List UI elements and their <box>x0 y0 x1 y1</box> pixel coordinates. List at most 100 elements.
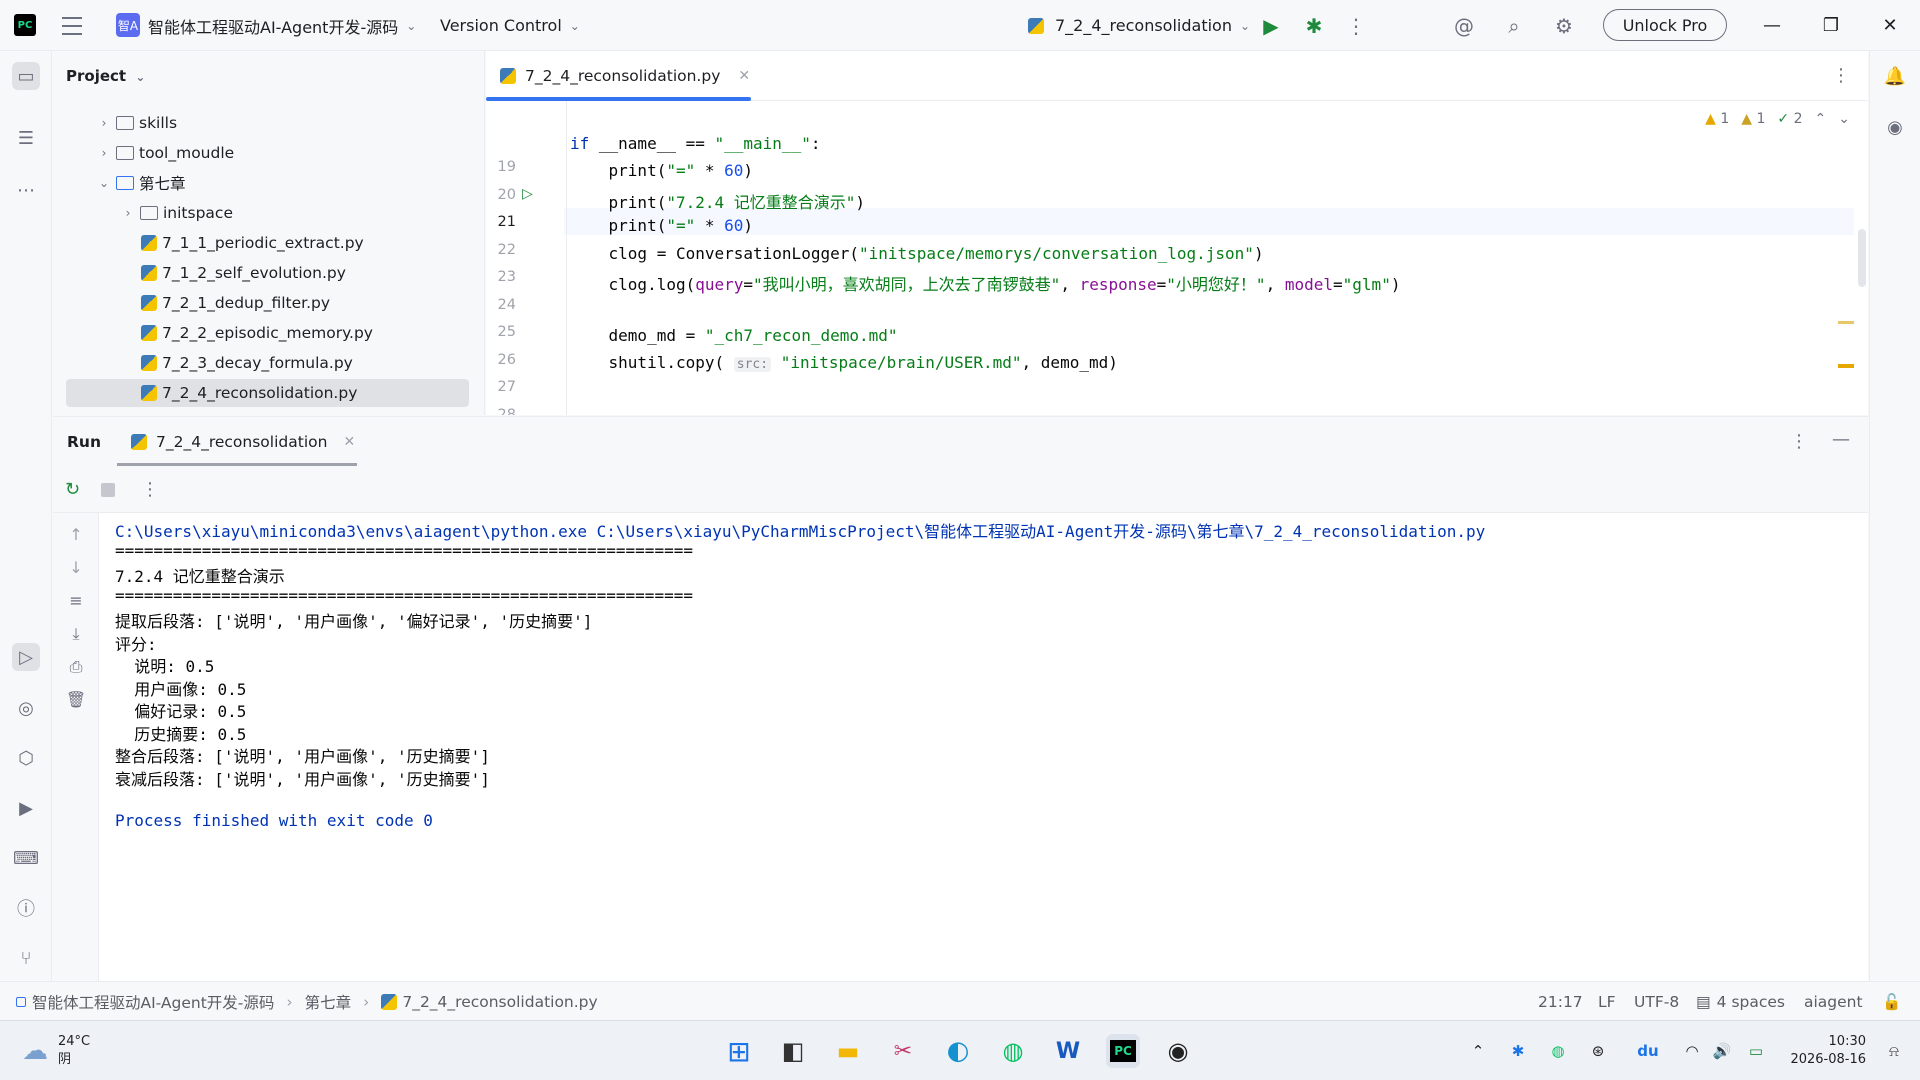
pycharm-logo-icon[interactable]: PC <box>14 14 36 36</box>
snipping-tool-icon[interactable]: ✂ <box>886 1034 920 1068</box>
wechat-tray-icon[interactable]: ◍ <box>1544 1021 1572 1080</box>
run-configuration-selector[interactable]: 7_2_4_reconsolidation ⌄ <box>1028 0 1250 51</box>
more-vertical-icon[interactable]: ⋮ <box>1342 0 1370 51</box>
project-badge[interactable]: 智A <box>116 13 140 37</box>
tree-item-folder[interactable]: › initspace <box>66 199 469 227</box>
notifications-bell-icon[interactable]: 🔔 <box>1881 62 1909 90</box>
print-icon[interactable]: ⎙ <box>65 657 87 677</box>
code-line-23[interactable]: print("=" * 60) <box>570 216 754 235</box>
lock-icon[interactable]: 🔓 <box>1882 982 1901 1021</box>
code-line-25[interactable]: clog.log(query="我叫小明，喜欢胡同，上次去了南锣鼓巷", res… <box>570 271 1401 295</box>
code-line-27[interactable]: demo_md = "_ch7_recon_demo.md" <box>570 326 898 345</box>
wechat-icon[interactable]: ◍ <box>996 1034 1030 1068</box>
main-menu-icon[interactable] <box>60 0 84 51</box>
windows-start-icon[interactable]: ⊞ <box>722 1034 756 1068</box>
ai-assistant-icon[interactable]: @ <box>1450 0 1478 51</box>
restore-window-icon[interactable]: ❐ <box>1811 0 1851 51</box>
code-line-21[interactable]: print("=" * 60) <box>570 161 754 180</box>
volume-icon[interactable]: 🔊 <box>1710 1021 1734 1080</box>
close-tab-icon[interactable]: ✕ <box>343 434 355 450</box>
run-gutter-icon[interactable]: ▷ <box>522 186 533 202</box>
bluetooth-icon[interactable]: ✱ <box>1504 1021 1532 1080</box>
ai-chat-icon[interactable]: ◉ <box>1881 113 1909 141</box>
settings-gear-icon[interactable]: ⚙ <box>1550 0 1578 51</box>
run-tab-active[interactable]: 7_2_4_reconsolidation ✕ <box>131 417 355 467</box>
project-panel-title[interactable]: Project ⌄ <box>66 67 145 85</box>
task-view-icon[interactable]: ◧ <box>776 1034 810 1068</box>
arrow-up-icon[interactable]: ↑ <box>65 525 87 544</box>
tree-item-folder[interactable]: › skills <box>66 109 469 137</box>
tree-item-file[interactable]: 7_2_3_decay_formula.py <box>66 349 469 377</box>
python-console-icon[interactable]: ◎ <box>12 694 40 722</box>
breadcrumb-folder[interactable]: 第七章 <box>305 991 352 1013</box>
tree-item-folder[interactable]: › tool_moudle <box>66 139 469 167</box>
git-branch-icon[interactable]: ⑂ <box>12 944 40 972</box>
input-method-icon[interactable]: ⊛ <box>1584 1021 1612 1080</box>
soft-wrap-icon[interactable]: ≡ <box>65 591 87 610</box>
more-tools-icon[interactable]: ⋯ <box>12 176 40 204</box>
python-interpreter[interactable]: aiagent <box>1804 982 1863 1021</box>
rerun-icon[interactable]: ↻ <box>65 479 80 500</box>
wifi-icon[interactable]: ◠ <box>1680 1021 1704 1080</box>
minimize-window-icon[interactable]: — <box>1752 0 1792 51</box>
tree-item-folder[interactable]: ⌄ 第七章 <box>66 169 469 197</box>
project-folder-icon[interactable]: ▭ <box>12 62 40 90</box>
line-separator[interactable]: LF <box>1598 982 1616 1021</box>
error-stripe-marker[interactable] <box>1838 364 1854 368</box>
clock[interactable]: 10:30 2026-08-16 <box>1786 1021 1866 1080</box>
tree-item-file[interactable]: 7_1_2_self_evolution.py <box>66 259 469 287</box>
python-packages-icon[interactable]: ⬡ <box>12 744 40 772</box>
chevron-up-icon[interactable]: ⌃ <box>1468 1021 1488 1080</box>
inspection-widget[interactable]: ▲ 1 ▲ 1 ✓ 2 ⌃ ⌄ <box>1705 111 1850 127</box>
python-file-icon <box>141 235 157 251</box>
tree-item-file[interactable]: 7_1_1_periodic_extract.py <box>66 229 469 257</box>
code-line-22[interactable]: print("7.2.4 记忆重整合演示") <box>570 189 866 213</box>
code-line-20[interactable]: if __name__ == "__main__": <box>570 134 820 153</box>
caret-position[interactable]: 21:17 <box>1538 982 1583 1021</box>
edge-browser-icon[interactable]: ◐ <box>941 1034 975 1068</box>
scroll-to-end-icon[interactable]: ⤓ <box>65 624 87 644</box>
terminal-icon[interactable]: ⌨ <box>12 844 40 872</box>
chevron-up-icon[interactable]: ⌃ <box>1815 111 1827 127</box>
notification-center-icon[interactable]: ⍾ <box>1882 1021 1906 1080</box>
indent-setting[interactable]: ▤ 4 spaces <box>1696 982 1785 1021</box>
tree-item-file[interactable]: 7_2_1_dedup_filter.py <box>66 289 469 317</box>
weather-widget[interactable]: ☁ 24°C 阴 <box>22 1021 90 1080</box>
more-vertical-icon[interactable]: ⋮ <box>1790 431 1808 452</box>
error-stripe-marker[interactable] <box>1838 321 1854 324</box>
arrow-down-icon[interactable]: ↓ <box>65 558 87 577</box>
debug-bug-icon[interactable]: ✱ <box>1300 0 1328 51</box>
tree-item-file-selected[interactable]: 7_2_4_reconsolidation.py <box>66 379 469 407</box>
close-window-icon[interactable]: ✕ <box>1870 0 1910 51</box>
structure-icon[interactable]: ☰ <box>12 124 40 152</box>
run-tool-icon[interactable]: ▷ <box>12 643 40 671</box>
breadcrumb-project[interactable]: 智能体工程驱动AI-Agent开发-源码 <box>32 991 274 1013</box>
stop-icon[interactable] <box>101 483 115 497</box>
hide-panel-icon[interactable]: — <box>1832 429 1850 450</box>
pycharm-taskbar-icon[interactable]: PC <box>1106 1034 1140 1068</box>
unlock-pro-button[interactable]: Unlock Pro <box>1603 9 1727 41</box>
run-icon[interactable]: ▶ <box>1257 0 1285 51</box>
project-switcher[interactable]: 智能体工程驱动AI-Agent开发-源码 ⌄ <box>148 0 416 51</box>
editor-scrollbar[interactable] <box>1858 229 1866 287</box>
breadcrumb-file[interactable]: 7_2_4_reconsolidation.py <box>402 993 597 1011</box>
editor-tab-active[interactable]: 7_2_4_reconsolidation.py ✕ <box>500 51 750 101</box>
problems-icon[interactable]: ⓘ <box>12 894 40 922</box>
tree-item-file[interactable]: 7_2_2_episodic_memory.py <box>66 319 469 347</box>
version-control-menu[interactable]: Version Control ⌄ <box>440 0 580 51</box>
baidu-icon[interactable]: du <box>1634 1021 1662 1080</box>
close-tab-icon[interactable]: ✕ <box>738 68 750 84</box>
more-vertical-icon[interactable]: ⋮ <box>1832 65 1850 86</box>
services-icon[interactable]: ▶ <box>12 794 40 822</box>
chevron-down-icon[interactable]: ⌄ <box>1838 111 1850 127</box>
search-icon[interactable]: ⌕ <box>1500 0 1528 51</box>
file-encoding[interactable]: UTF-8 <box>1634 982 1679 1021</box>
media-player-icon[interactable]: ◉ <box>1161 1034 1195 1068</box>
trash-icon[interactable]: 🗑 <box>65 690 87 709</box>
word-icon[interactable]: W <box>1051 1034 1085 1068</box>
file-explorer-icon[interactable]: ▬ <box>831 1034 865 1068</box>
code-line-28[interactable]: shutil.copy( src: "initspace/brain/USER.… <box>570 353 1118 372</box>
battery-icon[interactable]: ▭ <box>1742 1021 1770 1080</box>
code-line-24[interactable]: clog = ConversationLogger("initspace/mem… <box>570 244 1264 263</box>
more-vertical-icon[interactable]: ⋮ <box>141 479 159 500</box>
